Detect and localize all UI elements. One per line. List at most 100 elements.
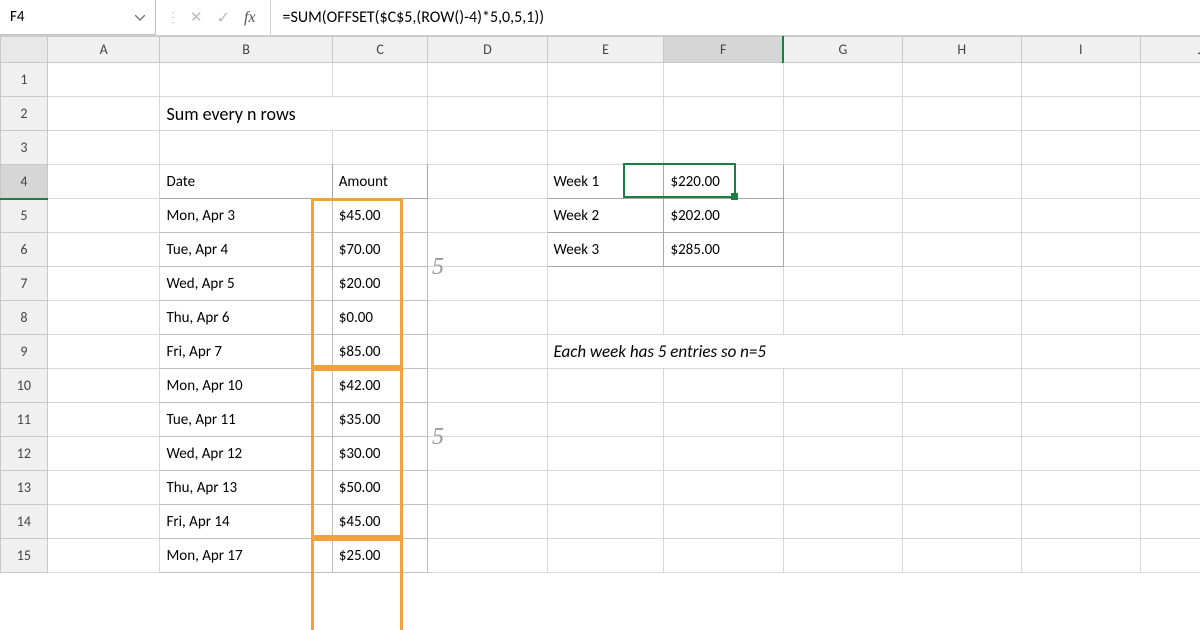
- cell-F3[interactable]: [664, 131, 783, 165]
- cell-J5[interactable]: [1140, 199, 1200, 233]
- cell-E13[interactable]: [547, 471, 664, 505]
- cell-H8[interactable]: [902, 301, 1021, 335]
- cell-J2[interactable]: [1140, 97, 1200, 131]
- cell-A14[interactable]: [47, 505, 160, 539]
- cell-I13[interactable]: [1021, 471, 1140, 505]
- header-amount[interactable]: Amount: [332, 165, 428, 199]
- cell-H1[interactable]: [902, 63, 1021, 97]
- date-r14[interactable]: Fri, Apr 14: [160, 505, 332, 539]
- date-r5[interactable]: Mon, Apr 3: [160, 199, 332, 233]
- week1-label[interactable]: Week 1: [547, 165, 664, 199]
- cell-G7[interactable]: [783, 267, 902, 301]
- row-header-4[interactable]: 4: [1, 165, 48, 199]
- cell-I5[interactable]: [1021, 199, 1140, 233]
- cell-E12[interactable]: [547, 437, 664, 471]
- enter-icon[interactable]: ✓: [217, 8, 230, 28]
- col-header-G[interactable]: G: [783, 37, 902, 63]
- date-r10[interactable]: Mon, Apr 10: [160, 369, 332, 403]
- cell-A10[interactable]: [47, 369, 160, 403]
- cell-E2[interactable]: [547, 97, 664, 131]
- col-header-I[interactable]: I: [1021, 37, 1140, 63]
- cell-A4[interactable]: [47, 165, 160, 199]
- fx-icon[interactable]: fx: [244, 9, 256, 27]
- date-r12[interactable]: Wed, Apr 12: [160, 437, 332, 471]
- spreadsheet-grid[interactable]: A B C D E F G H I J 1 2 Sum every: [0, 36, 1200, 630]
- col-header-C[interactable]: C: [332, 37, 428, 63]
- cell-F11[interactable]: [664, 403, 783, 437]
- cell-D9[interactable]: [428, 335, 547, 369]
- cell-E10[interactable]: [547, 369, 664, 403]
- cell-E8[interactable]: [547, 301, 664, 335]
- cell-G4[interactable]: [783, 165, 902, 199]
- cell-I8[interactable]: [1021, 301, 1140, 335]
- week1-value[interactable]: $220.00: [664, 165, 783, 199]
- cell-G15[interactable]: [783, 539, 902, 573]
- row-header-8[interactable]: 8: [1, 301, 48, 335]
- cell-H15[interactable]: [902, 539, 1021, 573]
- row-header-7[interactable]: 7: [1, 267, 48, 301]
- col-header-A[interactable]: A: [47, 37, 160, 63]
- date-r15[interactable]: Mon, Apr 17: [160, 539, 332, 573]
- cell-G12[interactable]: [783, 437, 902, 471]
- cell-H7[interactable]: [902, 267, 1021, 301]
- amt-r12[interactable]: $30.00: [332, 437, 428, 471]
- cell-A2[interactable]: [47, 97, 160, 131]
- cell-D2[interactable]: [428, 97, 547, 131]
- cell-I14[interactable]: [1021, 505, 1140, 539]
- cell-G1[interactable]: [783, 63, 902, 97]
- cell-A9[interactable]: [47, 335, 160, 369]
- cell-G6[interactable]: [783, 233, 902, 267]
- cell-J7[interactable]: [1140, 267, 1200, 301]
- amt-r9[interactable]: $85.00: [332, 335, 428, 369]
- cell-J8[interactable]: [1140, 301, 1200, 335]
- cell-D4[interactable]: [428, 165, 547, 199]
- cell-H5[interactable]: [902, 199, 1021, 233]
- cell-G3[interactable]: [783, 131, 902, 165]
- cell-J6[interactable]: [1140, 233, 1200, 267]
- amt-r6[interactable]: $70.00: [332, 233, 428, 267]
- amt-r13[interactable]: $50.00: [332, 471, 428, 505]
- row-header-9[interactable]: 9: [1, 335, 48, 369]
- cell-A13[interactable]: [47, 471, 160, 505]
- cell-F14[interactable]: [664, 505, 783, 539]
- cell-D12[interactable]: [428, 437, 547, 471]
- cell-D13[interactable]: [428, 471, 547, 505]
- cell-D7[interactable]: [428, 267, 547, 301]
- cell-H14[interactable]: [902, 505, 1021, 539]
- cell-B1[interactable]: [160, 63, 332, 97]
- cell-I12[interactable]: [1021, 437, 1140, 471]
- cell-J15[interactable]: [1140, 539, 1200, 573]
- cell-A12[interactable]: [47, 437, 160, 471]
- cell-I10[interactable]: [1021, 369, 1140, 403]
- row-header-3[interactable]: 3: [1, 131, 48, 165]
- cell-F1[interactable]: [664, 63, 783, 97]
- row-header-12[interactable]: 12: [1, 437, 48, 471]
- cell-H3[interactable]: [902, 131, 1021, 165]
- week2-value[interactable]: $202.00: [664, 199, 783, 233]
- cell-D3[interactable]: [428, 131, 547, 165]
- cell-D6[interactable]: [428, 233, 547, 267]
- cell-D1[interactable]: [428, 63, 547, 97]
- cell-H12[interactable]: [902, 437, 1021, 471]
- cell-B3[interactable]: [160, 131, 332, 165]
- cell-D10[interactable]: [428, 369, 547, 403]
- cancel-icon[interactable]: ✕: [190, 8, 203, 27]
- cell-A8[interactable]: [47, 301, 160, 335]
- cell-G8[interactable]: [783, 301, 902, 335]
- row-header-13[interactable]: 13: [1, 471, 48, 505]
- cell-J14[interactable]: [1140, 505, 1200, 539]
- cell-G10[interactable]: [783, 369, 902, 403]
- amt-r8[interactable]: $0.00: [332, 301, 428, 335]
- cell-F12[interactable]: [664, 437, 783, 471]
- amt-r11[interactable]: $35.00: [332, 403, 428, 437]
- header-date[interactable]: Date: [160, 165, 332, 199]
- col-header-F[interactable]: F: [664, 37, 783, 63]
- cell-E14[interactable]: [547, 505, 664, 539]
- cell-F10[interactable]: [664, 369, 783, 403]
- col-header-D[interactable]: D: [428, 37, 547, 63]
- cell-G11[interactable]: [783, 403, 902, 437]
- cell-D8[interactable]: [428, 301, 547, 335]
- week2-label[interactable]: Week 2: [547, 199, 664, 233]
- cell-I6[interactable]: [1021, 233, 1140, 267]
- cell-I1[interactable]: [1021, 63, 1140, 97]
